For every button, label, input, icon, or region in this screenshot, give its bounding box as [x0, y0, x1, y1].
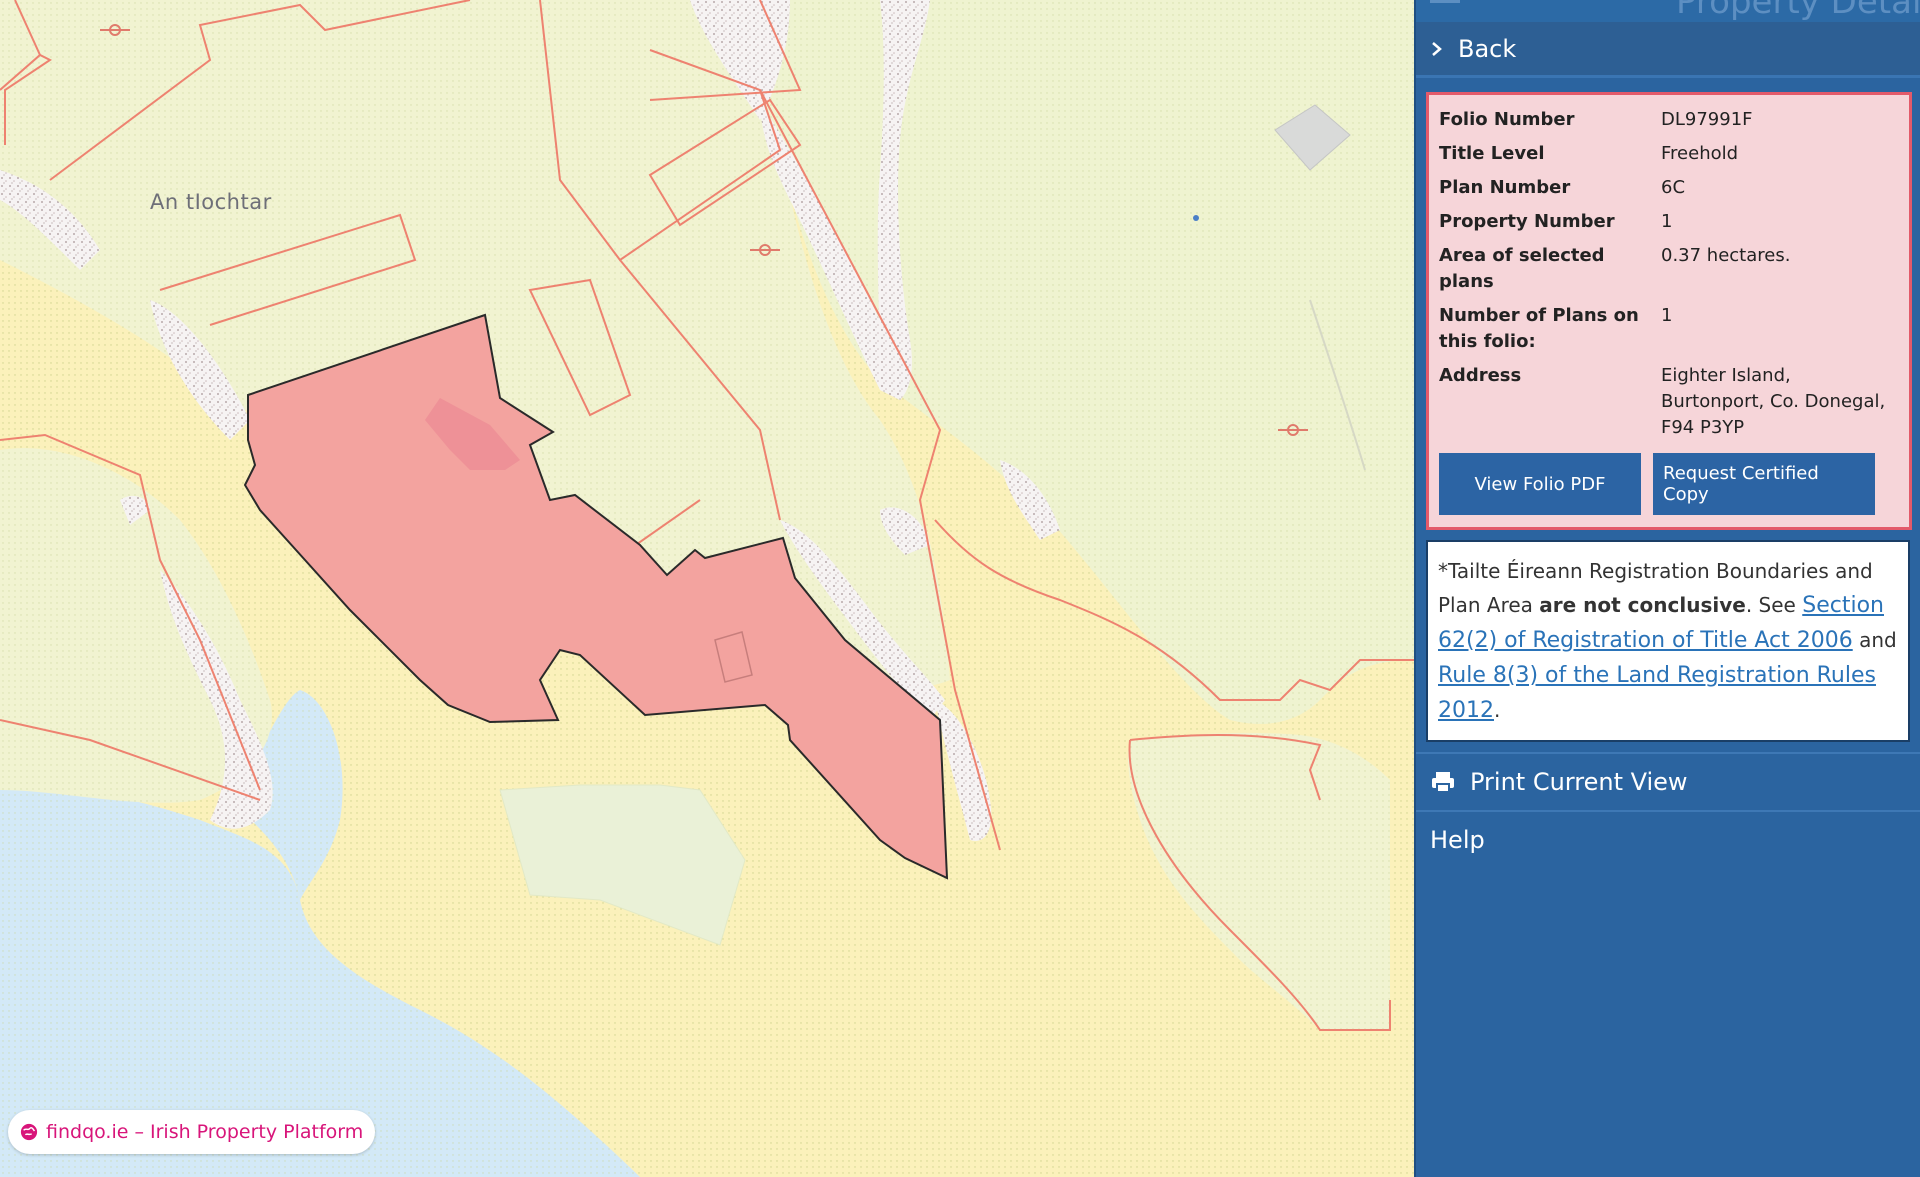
help-label: Help	[1430, 826, 1485, 854]
detail-row: Property Number 1	[1439, 207, 1899, 241]
detail-key: Folio Number	[1439, 109, 1575, 130]
panel-header: Property Details	[1416, 0, 1920, 22]
view-folio-pdf-button[interactable]: View Folio PDF	[1439, 453, 1641, 515]
detail-key: Address	[1439, 365, 1522, 386]
printer-icon	[1432, 772, 1454, 793]
disclaimer-and: and	[1852, 628, 1897, 652]
back-label: Back	[1458, 34, 1517, 63]
disclaimer-bold: are not conclusive	[1539, 593, 1746, 617]
details-table: Folio Number DL97991F Title Level Freeho…	[1439, 105, 1899, 447]
back-button[interactable]: Back	[1416, 22, 1920, 78]
print-current-view-button[interactable]: Print Current View	[1416, 752, 1920, 812]
print-label: Print Current View	[1470, 768, 1688, 796]
rule-8-link[interactable]: Rule 8(3) of the Land Registration Rules…	[1438, 663, 1876, 723]
place-label: An tIochtar	[150, 190, 272, 214]
detail-row: Area of selected plans 0.37 hectares.	[1439, 241, 1899, 301]
map-canvas[interactable]	[0, 0, 1414, 1177]
detail-row: Address Eighter Island, Burtonport, Co. …	[1439, 361, 1899, 447]
property-details-panel: Property Details Back Folio Number DL979…	[1414, 0, 1920, 1177]
globe-icon	[20, 1123, 38, 1141]
help-button[interactable]: Help	[1416, 812, 1920, 868]
detail-key: Title Level	[1439, 143, 1545, 164]
detail-value: DL97991F	[1661, 109, 1753, 130]
disclaimer-box: *Tailte Éireann Registration Boundaries …	[1426, 540, 1910, 742]
map-view[interactable]: An tIochtar findqo.ie – Irish Property P…	[0, 0, 1414, 1177]
detail-key: Area of selected plans	[1439, 245, 1605, 292]
detail-key: Property Number	[1439, 211, 1615, 232]
detail-value: 6C	[1661, 177, 1686, 198]
detail-value: Freehold	[1661, 143, 1739, 164]
detail-value: 0.37 hectares.	[1661, 245, 1791, 266]
request-certified-copy-button[interactable]: Request Certified Copy	[1653, 453, 1875, 515]
detail-key: Plan Number	[1439, 177, 1571, 198]
folio-details: Folio Number DL97991F Title Level Freeho…	[1426, 92, 1912, 530]
detail-value: 1	[1661, 211, 1673, 232]
watermark-text: findqo.ie – Irish Property Platform	[46, 1121, 364, 1143]
detail-value: Eighter Island, Burtonport, Co. Donegal,…	[1661, 365, 1886, 438]
disclaimer-suffix: .	[1494, 698, 1501, 722]
disclaimer-middle: . See	[1745, 593, 1803, 617]
watermark-badge[interactable]: findqo.ie – Irish Property Platform	[8, 1110, 376, 1154]
detail-row: Title Level Freehold	[1439, 139, 1899, 173]
detail-value: 1	[1661, 305, 1673, 326]
hamburger-icon[interactable]	[1430, 0, 1460, 11]
detail-key: Number of Plans on this folio:	[1439, 305, 1639, 352]
detail-row: Folio Number DL97991F	[1439, 105, 1899, 139]
chevron-right-icon	[1432, 41, 1442, 56]
detail-row: Plan Number 6C	[1439, 173, 1899, 207]
detail-row: Number of Plans on this folio: 1	[1439, 301, 1899, 361]
action-buttons: View Folio PDF Request Certified Copy	[1439, 453, 1899, 515]
panel-title: Property Details	[1676, 0, 1920, 22]
